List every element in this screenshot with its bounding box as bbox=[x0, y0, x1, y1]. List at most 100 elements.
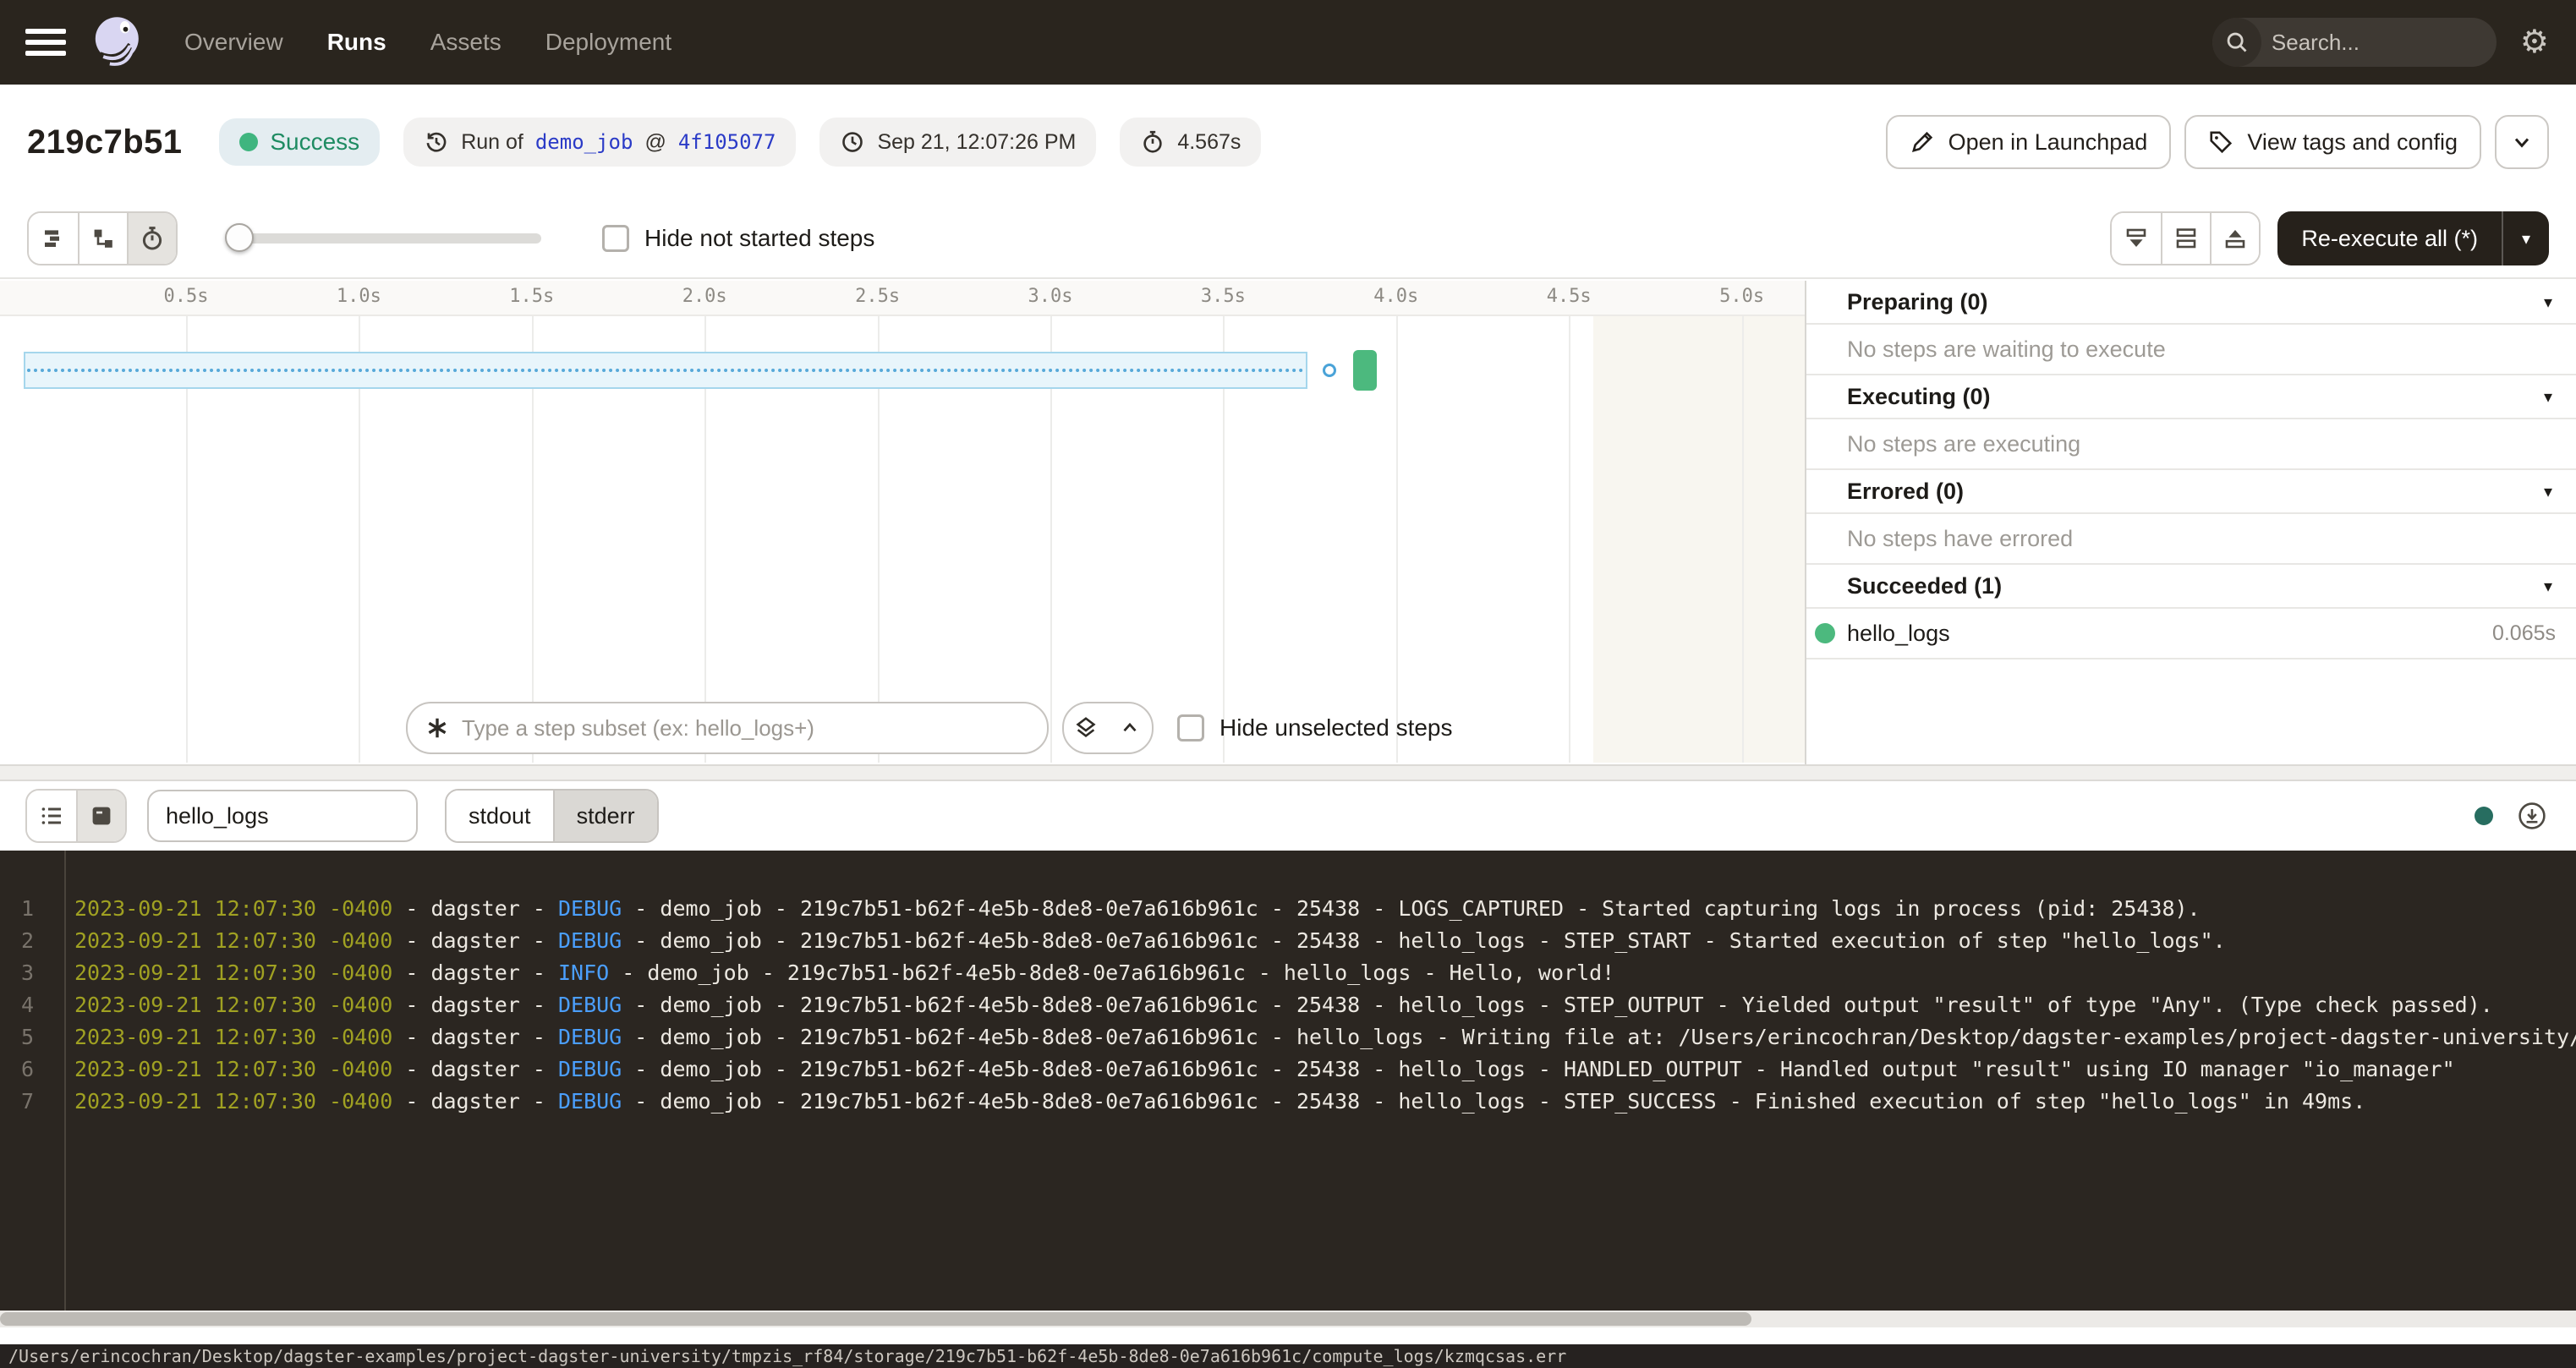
gantt-step-bar-hello-logs[interactable] bbox=[1353, 350, 1377, 391]
gridline bbox=[1396, 316, 1398, 763]
panel-step-row[interactable]: hello_logs0.065s bbox=[1806, 609, 2576, 659]
download-log-icon[interactable] bbox=[2517, 801, 2547, 831]
tab-stderr[interactable]: stderr bbox=[553, 791, 657, 841]
section-title: Executing (0) bbox=[1847, 384, 1991, 410]
step-subset-field[interactable] bbox=[406, 702, 1049, 754]
panel-section-header[interactable]: Errored (0)▾ bbox=[1806, 470, 2576, 514]
log-horizontal-scrollbar[interactable] bbox=[0, 1311, 2576, 1327]
reexecute-all-button[interactable]: Re-execute all (*) ▾ bbox=[2277, 211, 2549, 265]
time-axis: 0.5s1.0s1.5s2.0s2.5s3.0s3.5s4.0s4.5s5.0s bbox=[0, 281, 1805, 316]
pane-splitter[interactable] bbox=[0, 764, 2576, 781]
axis-tick: 4.5s bbox=[1547, 286, 1592, 307]
log-line-text: 2023-09-21 12:07:30 -0400 - dagster - IN… bbox=[74, 957, 1614, 989]
hide-not-started-checkbox[interactable] bbox=[602, 225, 629, 252]
tab-stdout[interactable]: stdout bbox=[447, 791, 553, 841]
section-collapse-caret-icon[interactable]: ▾ bbox=[2544, 386, 2552, 408]
start-time-tag: Sep 21, 12:07:26 PM bbox=[819, 118, 1096, 167]
section-collapse-caret-icon[interactable]: ▾ bbox=[2544, 481, 2552, 502]
job-link[interactable]: demo_job bbox=[535, 130, 633, 154]
settings-gear-icon[interactable]: ⚙ bbox=[2520, 26, 2549, 58]
log-line-text: 2023-09-21 12:07:30 -0400 - dagster - DE… bbox=[74, 989, 2493, 1021]
top-nav: Overview Runs Assets Deployment / ⚙ bbox=[0, 0, 2576, 85]
pencil-icon bbox=[1910, 129, 1935, 155]
log-lines: 1 2023-09-21 12:07:30 -0400 - dagster - D… bbox=[0, 893, 2576, 1118]
open-in-launchpad-button[interactable]: Open in Launchpad bbox=[1886, 115, 2172, 169]
log-step-filter-input[interactable] bbox=[147, 790, 418, 842]
step-marker-icon bbox=[1323, 364, 1336, 377]
history-icon bbox=[424, 129, 449, 155]
chevron-up-icon[interactable] bbox=[1108, 703, 1152, 752]
log-line: 4 2023-09-21 12:07:30 -0400 - dagster - D… bbox=[0, 989, 2576, 1021]
log-line: 1 2023-09-21 12:07:30 -0400 - dagster - D… bbox=[0, 893, 2576, 925]
section-collapse-caret-icon[interactable]: ▾ bbox=[2544, 576, 2552, 597]
log-line-text: 2023-09-21 12:07:30 -0400 - dagster - DE… bbox=[74, 925, 2226, 957]
log-line-text: 2023-09-21 12:07:30 -0400 - dagster - DE… bbox=[74, 1086, 2365, 1118]
log-line-number: 4 bbox=[0, 989, 34, 1021]
status-badge: Success bbox=[219, 118, 380, 166]
panel-section-header[interactable]: Executing (0) ▾ bbox=[1806, 375, 2576, 419]
axis-tick: 2.0s bbox=[682, 286, 727, 307]
split-panel-icon[interactable] bbox=[2161, 213, 2210, 264]
axis-tick: 3.0s bbox=[1028, 286, 1073, 307]
raw-log-view-icon[interactable] bbox=[76, 791, 125, 841]
axis-tick: 2.5s bbox=[855, 286, 900, 307]
panel-section-header[interactable]: Succeeded (1)▾ bbox=[1806, 565, 2576, 609]
view-tags-config-button[interactable]: View tags and config bbox=[2184, 115, 2481, 169]
nav-item-runs[interactable]: Runs bbox=[327, 29, 386, 56]
success-dot-icon bbox=[239, 133, 258, 151]
axis-tick: 4.0s bbox=[1373, 286, 1418, 307]
step-filter-row: Hide unselected steps bbox=[0, 702, 1805, 754]
slider-knob[interactable] bbox=[225, 223, 254, 252]
raw-log-output[interactable]: 1 2023-09-21 12:07:30 -0400 - dagster - D… bbox=[0, 851, 2576, 1311]
step-success-dot-icon bbox=[1815, 623, 1835, 643]
global-search[interactable]: / bbox=[2212, 18, 2497, 67]
hide-unselected-checkbox[interactable] bbox=[1177, 714, 1204, 741]
expand-panel-icon[interactable] bbox=[2210, 213, 2259, 264]
step-duration: 0.065s bbox=[2492, 621, 2556, 646]
empty-message: No steps are executing bbox=[1847, 431, 2080, 457]
collapse-panel-icon[interactable] bbox=[2112, 213, 2161, 264]
reexecute-dropdown-caret[interactable]: ▾ bbox=[2502, 211, 2549, 265]
dagster-logo-icon[interactable] bbox=[90, 14, 147, 71]
chevron-down-icon bbox=[2510, 130, 2534, 154]
step-subset-input[interactable] bbox=[462, 715, 1030, 741]
tag-icon bbox=[2208, 129, 2233, 155]
after-run-shaded-region bbox=[1593, 316, 1805, 763]
header-more-actions-button[interactable] bbox=[2495, 115, 2549, 169]
structured-log-view-icon[interactable] bbox=[27, 791, 76, 841]
axis-tick: 0.5s bbox=[164, 286, 209, 307]
nav-item-deployment[interactable]: Deployment bbox=[545, 29, 671, 56]
search-input[interactable] bbox=[2261, 30, 2497, 56]
log-line-number: 2 bbox=[0, 925, 34, 957]
section-collapse-caret-icon[interactable]: ▾ bbox=[2544, 292, 2552, 313]
scrollbar-thumb[interactable] bbox=[0, 1312, 1751, 1326]
log-line-number: 5 bbox=[0, 1021, 34, 1053]
run-row-highlight bbox=[24, 352, 1307, 389]
hide-not-started-row: Hide not started steps bbox=[602, 225, 874, 252]
log-line-text: 2023-09-21 12:07:30 -0400 - dagster - DE… bbox=[74, 1021, 2576, 1053]
gantt-zoom-slider[interactable] bbox=[228, 233, 541, 244]
snapshot-link[interactable]: 4f105077 bbox=[678, 130, 776, 154]
log-line-text: 2023-09-21 12:07:30 -0400 - dagster - DE… bbox=[74, 893, 2201, 925]
log-file-path-statusbar: /Users/erincochran/Desktop/dagster-examp… bbox=[0, 1344, 2576, 1368]
run-header: 219c7b51 Success Run of demo_job @ 4f105… bbox=[0, 85, 2576, 200]
hamburger-menu-icon[interactable] bbox=[25, 29, 66, 56]
nav-item-assets[interactable]: Assets bbox=[430, 29, 501, 56]
nav-item-overview[interactable]: Overview bbox=[184, 29, 283, 56]
nav-links: Overview Runs Assets Deployment bbox=[184, 29, 671, 56]
gantt-region: 0.5s1.0s1.5s2.0s2.5s3.0s3.5s4.0s4.5s5.0s bbox=[0, 281, 2576, 764]
axis-tick: 3.5s bbox=[1201, 286, 1246, 307]
layers-icon[interactable] bbox=[1064, 703, 1108, 752]
timed-view-icon[interactable] bbox=[127, 213, 176, 264]
log-line-number: 1 bbox=[0, 893, 34, 925]
duration-tag: 4.567s bbox=[1120, 118, 1261, 167]
log-line-number: 7 bbox=[0, 1086, 34, 1118]
log-toolbar: stdout stderr bbox=[0, 781, 2576, 851]
gantt-chart: 0.5s1.0s1.5s2.0s2.5s3.0s3.5s4.0s4.5s5.0s bbox=[0, 281, 1806, 764]
section-title: Preparing (0) bbox=[1847, 289, 1988, 315]
flat-view-icon[interactable] bbox=[29, 213, 78, 264]
gantt-chart-body: Hide unselected steps bbox=[0, 316, 1805, 763]
waterfall-view-icon[interactable] bbox=[78, 213, 127, 264]
gridline bbox=[1742, 316, 1744, 763]
panel-section-header[interactable]: Preparing (0) ▾ bbox=[1806, 281, 2576, 325]
